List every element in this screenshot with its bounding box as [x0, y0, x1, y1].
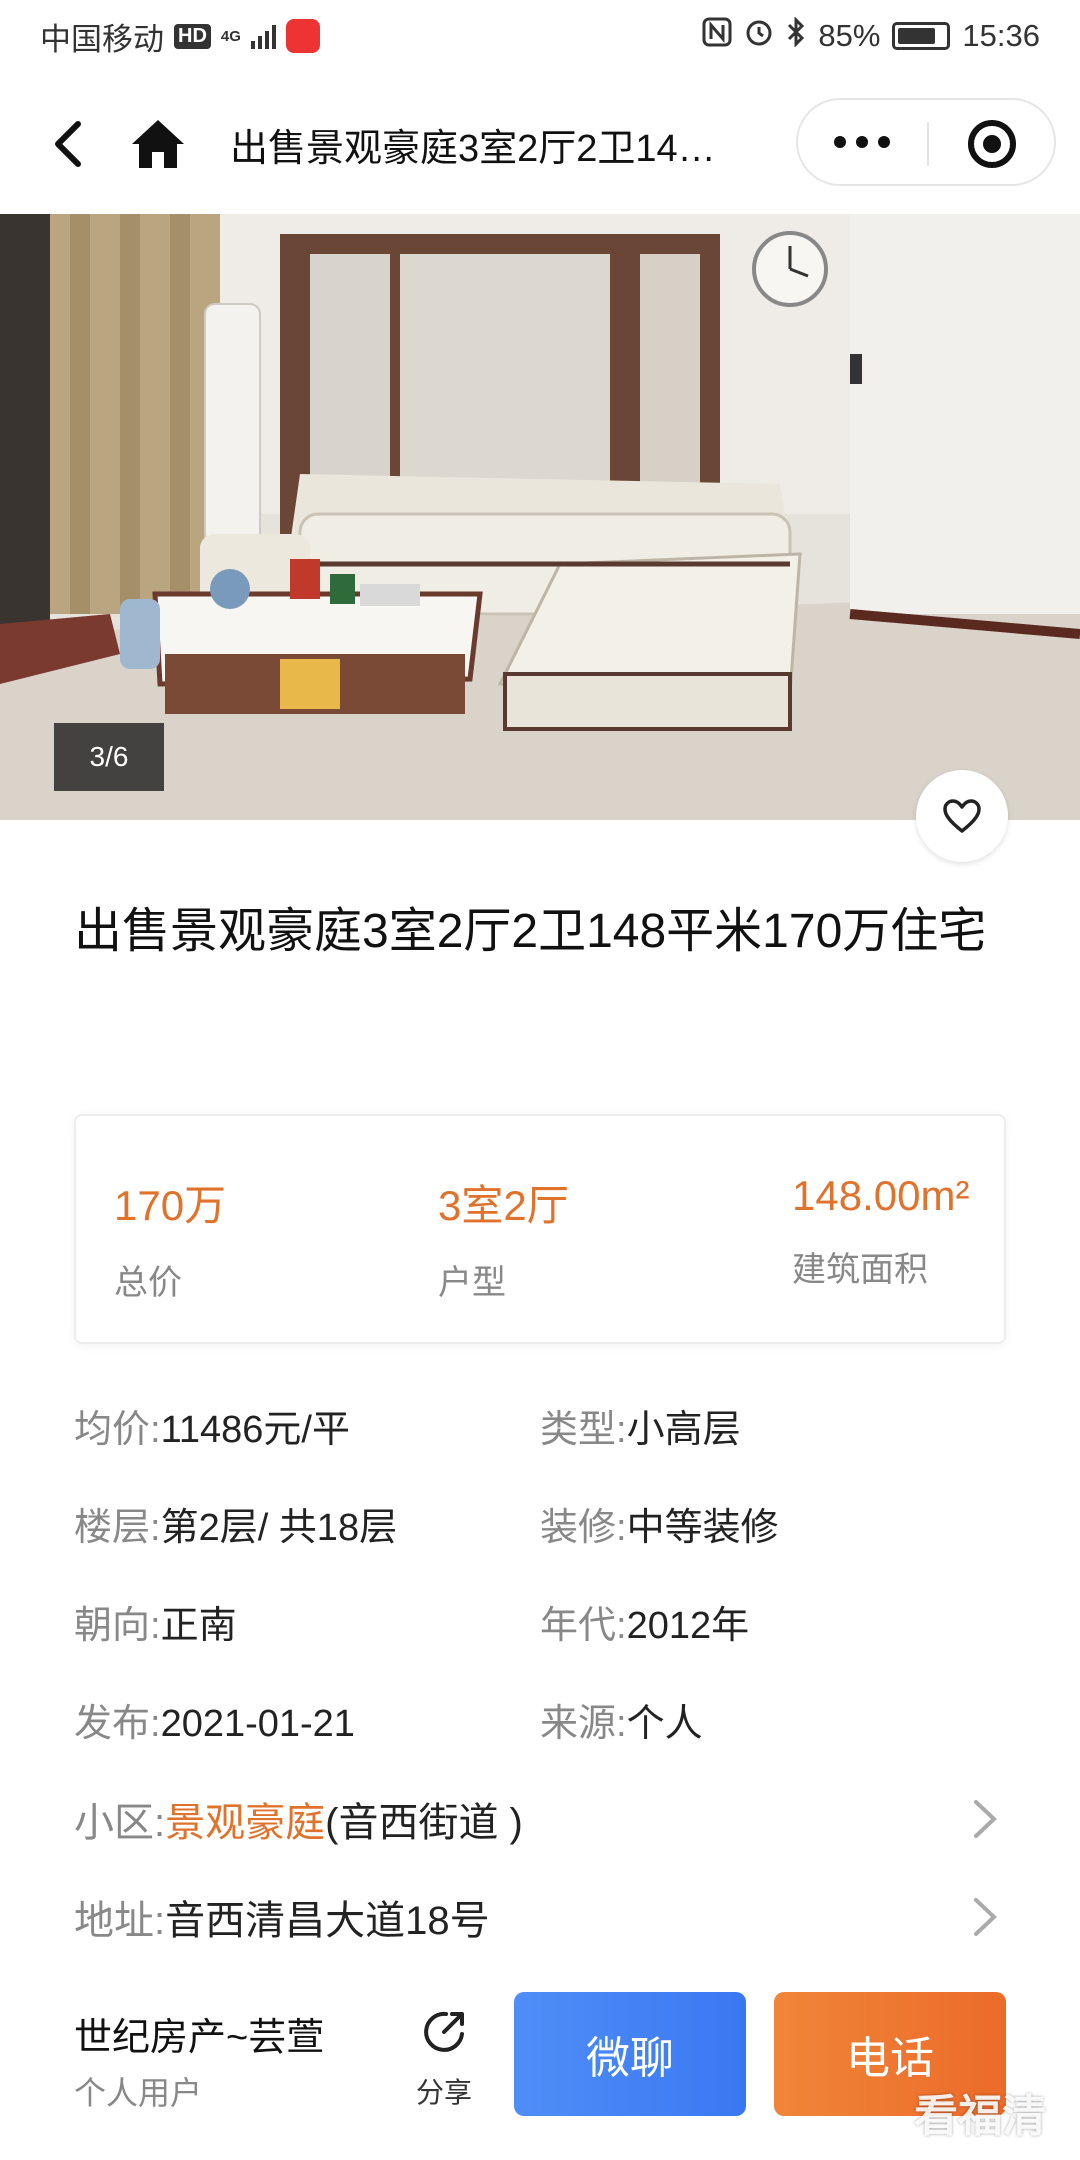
detail-orientation: 朝向:正南 [74, 1594, 237, 1649]
status-right: 85% 15:36 [702, 16, 1040, 55]
area-label: 建筑面积 [792, 1251, 928, 1289]
agent-name: 世纪房产~芸萱 [74, 2017, 325, 2059]
nfc-icon [702, 17, 732, 55]
summary-layout: 3室2厅 户型 [438, 1172, 569, 1304]
listing-title: 出售景观豪庭3室2厅2卫148平米170万住宅 [74, 905, 987, 958]
detail-value: 11486元/平 [160, 1409, 350, 1451]
back-arrow-icon [55, 121, 81, 167]
summary-area: 148.00m² 建筑面积 [792, 1172, 969, 1291]
status-left: 中国移动 HD 4G [40, 14, 320, 59]
home-button[interactable] [128, 116, 188, 172]
detail-value: 小高层 [626, 1409, 741, 1451]
capsule-divider [927, 122, 929, 166]
community-name-link[interactable]: 景观豪庭 [165, 1790, 325, 1848]
community-district: (音西街道 ) [325, 1801, 523, 1845]
signal-icon [250, 23, 276, 49]
area-value: 148.00m² [792, 1172, 970, 1219]
layout-label: 户型 [438, 1264, 506, 1302]
detail-floor: 楼层:第2层/ 共18层 [74, 1496, 397, 1551]
agent-role: 个人用户 [74, 2075, 203, 2111]
detail-decoration: 装修:中等装修 [540, 1496, 779, 1551]
detail-value: 第2层/ 共18层 [160, 1507, 398, 1549]
battery-icon [892, 22, 951, 50]
mini-program-capsule [796, 98, 1056, 186]
community-row[interactable]: 小区: 景观豪庭 (音西街道 ) [74, 1784, 1006, 1854]
detail-source: 来源:个人 [540, 1692, 703, 1747]
detail-key: 楼层: [74, 1507, 161, 1549]
status-bar: 中国移动 HD 4G 85% 15:36 [0, 0, 1080, 72]
detail-value: 2021-01-21 [160, 1703, 355, 1745]
detail-value: 个人 [626, 1703, 703, 1745]
home-icon [132, 120, 184, 168]
detail-key: 年代: [540, 1605, 627, 1647]
community-key: 小区: [74, 1801, 166, 1845]
detail-key: 均价: [74, 1409, 161, 1451]
detail-value: 中等装修 [626, 1507, 779, 1549]
summary-card: 170万 总价 3室2厅 户型 148.00m² 建筑面积 [74, 1114, 1006, 1344]
alarm-icon [744, 17, 774, 55]
network-label: 4G [220, 27, 241, 45]
chat-button[interactable]: 微聊 [514, 1992, 746, 2116]
detail-key: 来源: [540, 1703, 627, 1745]
detail-key: 装修: [540, 1507, 627, 1549]
chevron-right-icon [974, 1898, 997, 1936]
hd-badge: HD [174, 23, 211, 49]
detail-key: 发布: [74, 1703, 161, 1745]
watermark-text: 看福清 [914, 2092, 1046, 2141]
close-mini-program-icon[interactable] [968, 120, 1016, 168]
detail-year: 年代:2012年 [540, 1594, 749, 1649]
address-value: 音西清昌大道18号 [165, 1899, 490, 1943]
battery-percent: 85% [818, 18, 881, 53]
back-button[interactable] [48, 116, 88, 172]
detail-published: 发布:2021-01-21 [74, 1692, 355, 1747]
share-label: 分享 [415, 2077, 472, 2108]
chevron-right-icon [974, 1800, 997, 1838]
share-icon [424, 2011, 464, 2052]
clock: 15:36 [962, 18, 1040, 53]
detail-type: 类型:小高层 [540, 1398, 741, 1453]
address-key: 地址: [74, 1899, 166, 1943]
nav-bar: 出售景观豪庭3室2厅2卫14… [0, 72, 1080, 214]
more-options-icon[interactable] [834, 136, 890, 148]
detail-unit-price: 均价:11486元/平 [74, 1398, 350, 1453]
share-button[interactable]: 分享 [404, 2004, 484, 2124]
nav-title: 出售景观豪庭3室2厅2卫14… [230, 128, 716, 170]
bluetooth-icon [786, 16, 806, 55]
detail-key: 类型: [540, 1409, 627, 1451]
heart-icon [943, 799, 981, 833]
detail-value: 2012年 [626, 1605, 750, 1647]
summary-total-price: 170万 总价 [114, 1172, 226, 1304]
total-price-value: 170万 [114, 1182, 227, 1229]
app-notification-icon [285, 19, 320, 53]
detail-key: 朝向: [74, 1605, 161, 1647]
address-row[interactable]: 地址: 音西清昌大道18号 [74, 1882, 1006, 1952]
total-price-label: 总价 [114, 1264, 182, 1302]
photo-counter: 3/6 [54, 723, 164, 791]
detail-value: 正南 [160, 1605, 237, 1647]
carrier-label: 中国移动 [40, 21, 164, 57]
favorite-button[interactable] [916, 770, 1008, 862]
layout-value: 3室2厅 [438, 1182, 569, 1229]
